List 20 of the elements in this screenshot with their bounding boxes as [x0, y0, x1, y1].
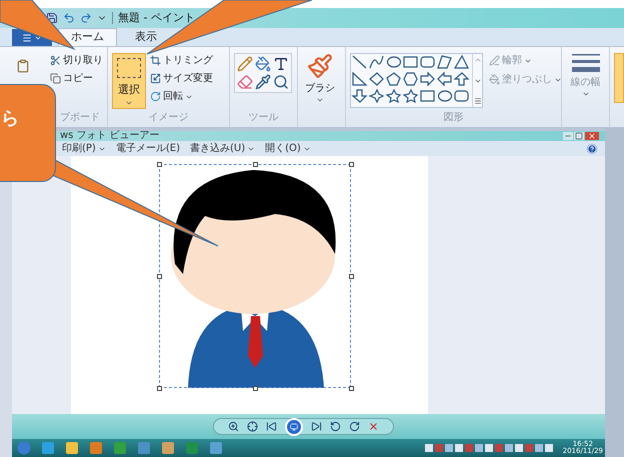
- brush-button[interactable]: ブラシ: [302, 53, 338, 104]
- image-tool[interactable]: トリミング: [150, 53, 213, 68]
- group-label: 図形: [442, 111, 464, 125]
- callout-text: ら: [1, 107, 19, 131]
- ribbon-tab[interactable]: ホーム: [58, 28, 117, 46]
- viewer-title: ws フォト ビューアー: [60, 131, 160, 141]
- group-label: ツール: [248, 111, 280, 125]
- image-tool[interactable]: 回転: [150, 89, 213, 104]
- ribbon-tab[interactable]: 表示: [123, 28, 169, 46]
- select-button[interactable]: 選択: [112, 53, 146, 109]
- window-title: 無題 - ペイント: [118, 10, 195, 26]
- image-tool[interactable]: サイズ変更: [150, 71, 213, 86]
- viewer-menu-item[interactable]: 書き込み(U): [190, 142, 256, 154]
- clipboard-item[interactable]: コピー: [50, 71, 103, 86]
- clipboard-item[interactable]: 切り取り: [50, 53, 103, 68]
- viewer-menu-item[interactable]: 印刷(P): [62, 142, 106, 154]
- group-label: ブボード: [59, 111, 101, 125]
- group-label: イメージ: [148, 111, 190, 125]
- viewer-menu-item[interactable]: 開く(O): [265, 142, 311, 154]
- viewer-menu-item[interactable]: 電子メール(E): [116, 142, 180, 154]
